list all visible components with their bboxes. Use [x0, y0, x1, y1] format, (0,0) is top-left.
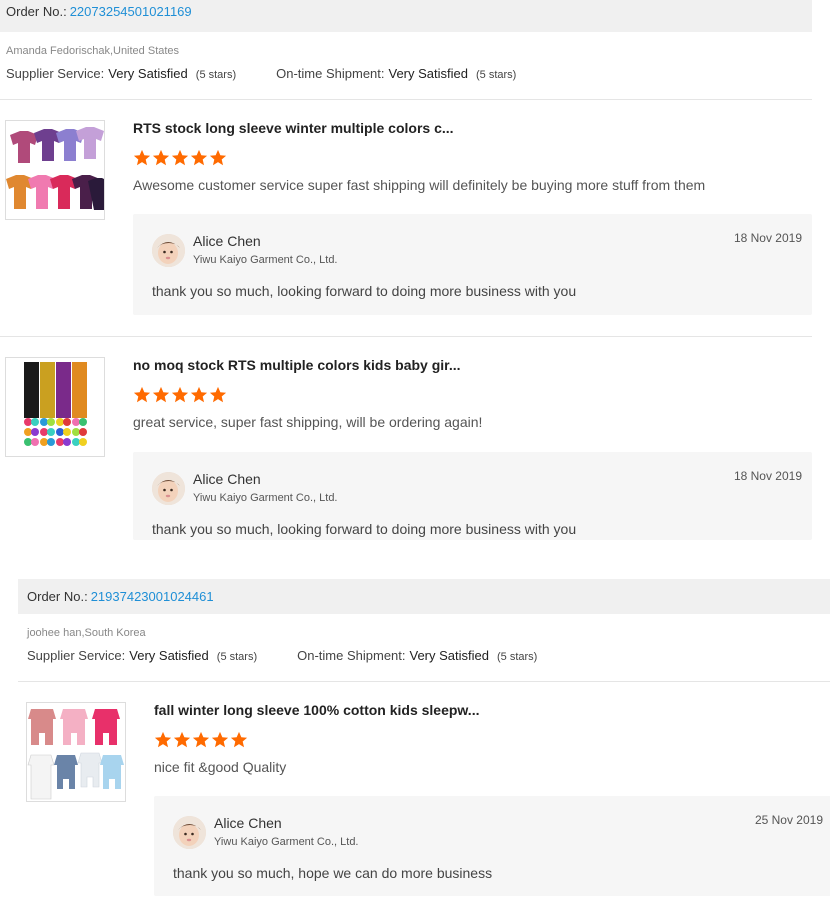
star-icon	[209, 386, 227, 403]
reply-text: thank you so much, looking forward to do…	[152, 521, 577, 537]
reply-company: Yiwu Kaiyo Garment Co., Ltd.	[193, 492, 338, 504]
star-icon	[171, 149, 189, 166]
product-image	[27, 703, 125, 801]
buyer-name: Amanda Fedorischak,United States	[6, 45, 180, 57]
order-card: Order No.: 22073254501021169 Amanda Fedo…	[0, 0, 812, 547]
reply-date: 18 Nov 2019	[733, 231, 802, 245]
reply-text: thank you so much, hope we can do more b…	[173, 865, 493, 881]
reply-author-name: Alice Chen	[193, 233, 261, 249]
reply-author-name: Alice Chen	[214, 815, 282, 831]
star-icon	[133, 149, 151, 166]
product-image	[6, 121, 104, 219]
review-text: great service, super fast shipping, will…	[133, 414, 483, 430]
reply-company: Yiwu Kaiyo Garment Co., Ltd.	[214, 836, 359, 848]
supplier-service-rating: Supplier Service: Very Satisfied (5 star…	[6, 66, 236, 81]
avatar-image	[173, 816, 206, 849]
review-stars	[133, 386, 228, 404]
star-icon	[192, 731, 210, 748]
buyer-info: Amanda Fedorischak,United States Supplie…	[0, 32, 812, 100]
review-stars	[154, 731, 249, 749]
product-thumbnail[interactable]	[5, 120, 105, 220]
avatar-image	[152, 472, 185, 505]
product-title[interactable]: no moq stock RTS multiple colors kids ba…	[133, 357, 461, 373]
supplier-service-value: Very Satisfied	[108, 66, 188, 81]
order-header: Order No.: 21937423001024461	[18, 579, 830, 614]
star-icon	[152, 386, 170, 403]
supplier-reply: Alice Chen Yiwu Kaiyo Garment Co., Ltd. …	[154, 796, 830, 896]
star-icon	[190, 149, 208, 166]
review-text: nice fit &good Quality	[154, 759, 287, 775]
star-icon	[190, 386, 208, 403]
reply-company: Yiwu Kaiyo Garment Co., Ltd.	[193, 254, 338, 266]
review-stars	[133, 149, 228, 167]
avatar	[173, 816, 206, 849]
star-icon	[173, 731, 191, 748]
shipment-value: Very Satisfied	[409, 648, 490, 663]
product-image	[6, 358, 104, 456]
avatar	[152, 472, 185, 505]
avatar	[152, 234, 185, 267]
star-icon	[152, 149, 170, 166]
avatar-image	[152, 234, 185, 267]
reply-author-name: Alice Chen	[193, 471, 261, 487]
reply-date: 18 Nov 2019	[733, 469, 802, 483]
star-icon	[154, 731, 172, 748]
shipment-label: On-time Shipment:	[276, 66, 385, 81]
order-number-label: Order No.:	[27, 589, 88, 604]
supplier-service-rating: Supplier Service: Very Satisfied (5 star…	[27, 648, 257, 663]
supplier-service-label: Supplier Service:	[27, 648, 126, 663]
order-ratings: Supplier Service: Very Satisfied (5 star…	[6, 66, 806, 81]
supplier-reply: Alice Chen Yiwu Kaiyo Garment Co., Ltd. …	[133, 452, 812, 540]
shipment-value: Very Satisfied	[388, 66, 469, 81]
shipment-rating: On-time Shipment: Very Satisfied (5 star…	[276, 66, 516, 81]
supplier-service-value: Very Satisfied	[129, 648, 209, 663]
star-icon	[230, 731, 248, 748]
supplier-service-label: Supplier Service:	[6, 66, 105, 81]
review-item: no moq stock RTS multiple colors kids ba…	[0, 337, 812, 547]
supplier-service-stars: (5 stars)	[195, 69, 237, 81]
review-item: fall winter long sleeve 100% cotton kids…	[18, 682, 830, 900]
order-card: Order No.: 21937423001024461 joohee han,…	[18, 579, 830, 900]
supplier-reply: Alice Chen Yiwu Kaiyo Garment Co., Ltd. …	[133, 214, 812, 315]
star-icon	[133, 386, 151, 403]
reply-text: thank you so much, looking forward to do…	[152, 283, 577, 299]
shipment-rating: On-time Shipment: Very Satisfied (5 star…	[297, 648, 537, 663]
star-icon	[209, 149, 227, 166]
order-ratings: Supplier Service: Very Satisfied (5 star…	[27, 648, 824, 663]
shipment-label: On-time Shipment:	[297, 648, 406, 663]
review-item: RTS stock long sleeve winter multiple co…	[0, 100, 812, 337]
buyer-name: joohee han,South Korea	[27, 627, 146, 639]
reply-date: 25 Nov 2019	[754, 813, 823, 827]
product-thumbnail[interactable]	[5, 357, 105, 457]
star-icon	[211, 731, 229, 748]
product-thumbnail[interactable]	[26, 702, 126, 802]
review-text: Awesome customer service super fast ship…	[133, 177, 706, 193]
order-number-label: Order No.:	[6, 3, 67, 19]
product-title[interactable]: fall winter long sleeve 100% cotton kids…	[154, 702, 479, 718]
supplier-service-stars: (5 stars)	[216, 651, 258, 663]
star-icon	[171, 386, 189, 403]
order-header: Order No.: 22073254501021169	[0, 0, 812, 32]
order-number-link[interactable]: 21937423001024461	[91, 589, 214, 604]
buyer-info: joohee han,South Korea Supplier Service:…	[18, 614, 830, 682]
order-number-link[interactable]: 22073254501021169	[70, 4, 192, 19]
product-title[interactable]: RTS stock long sleeve winter multiple co…	[133, 120, 454, 136]
shipment-stars: (5 stars)	[497, 651, 538, 663]
shipment-stars: (5 stars)	[476, 69, 517, 81]
